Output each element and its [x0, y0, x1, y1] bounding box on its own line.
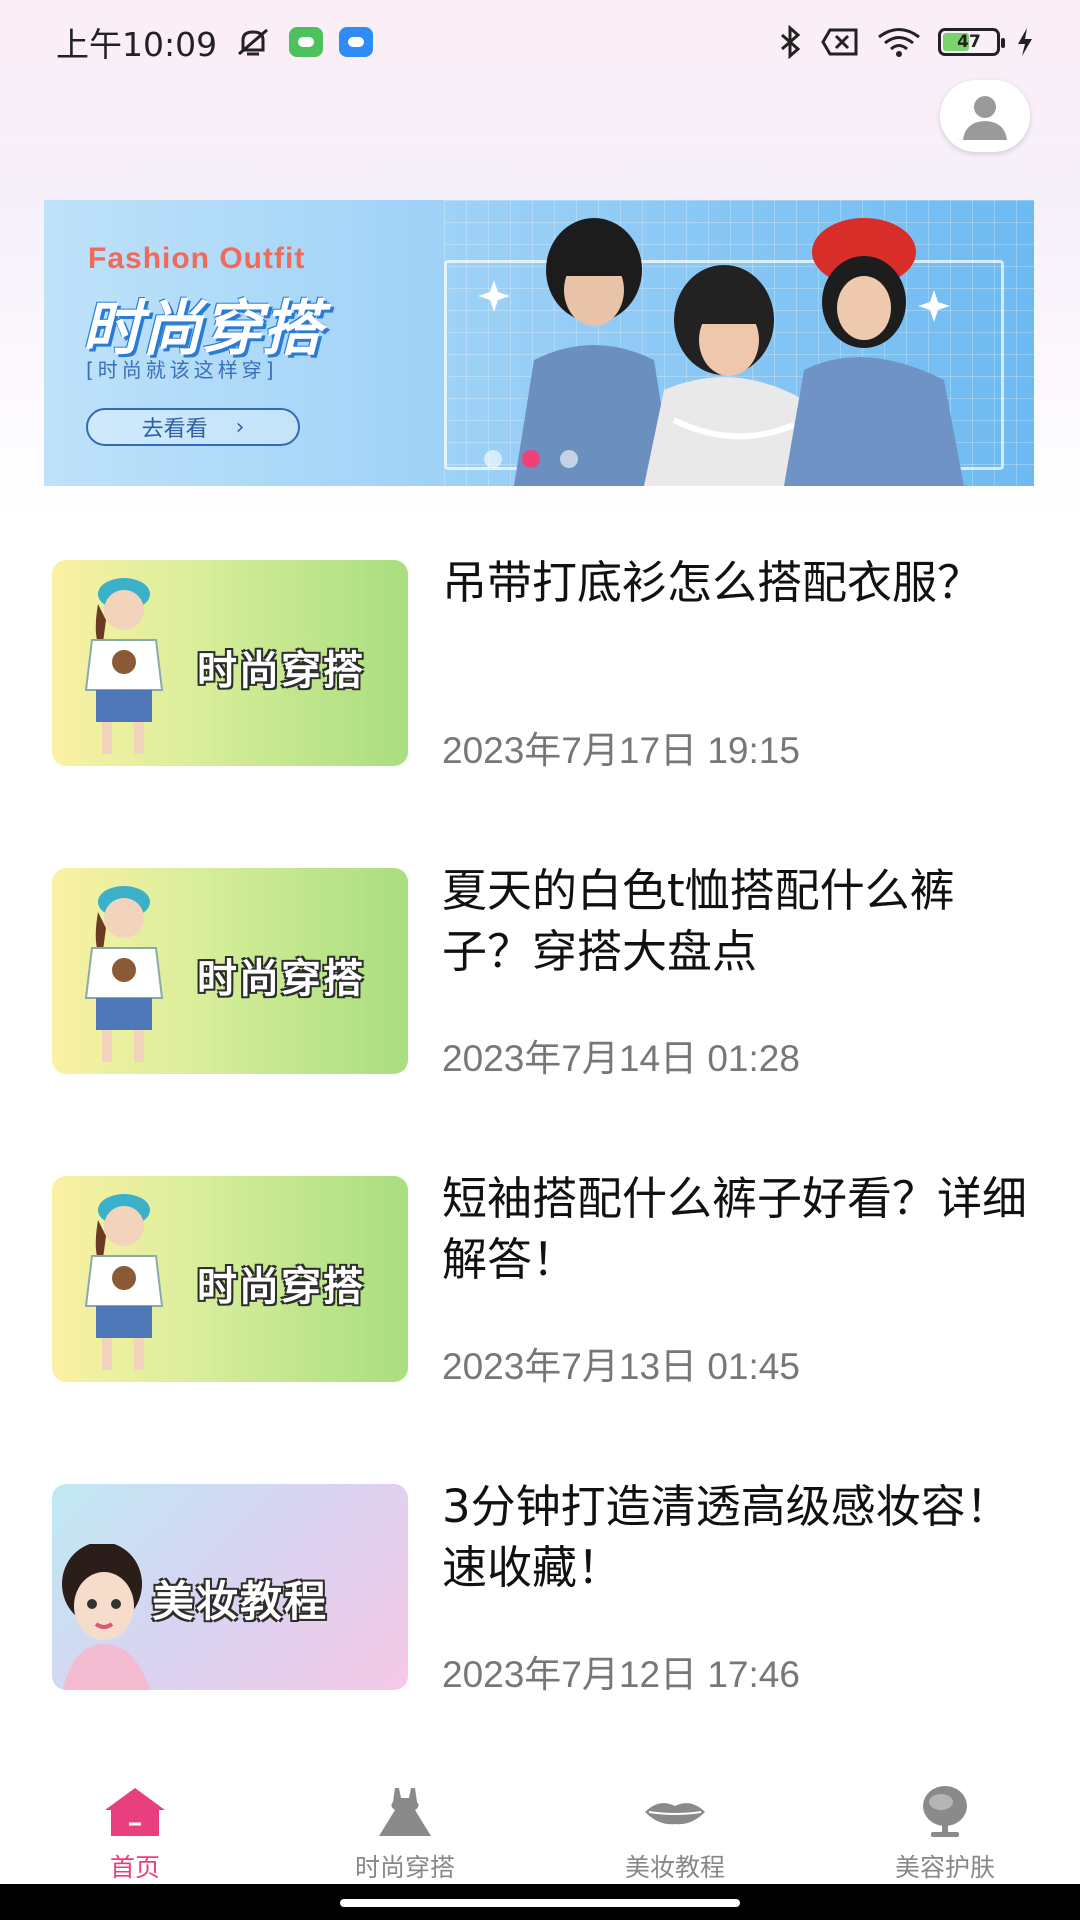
banner-subtitle-en: Fashion Outfit — [88, 242, 306, 275]
article-thumbnail: 时尚穿搭 — [52, 868, 408, 1074]
article-time: 2023年7月14日 01:28 — [442, 1038, 800, 1079]
article-title[interactable]: 3分钟打造清透高级感妆容！速收藏！ — [442, 1476, 1032, 1598]
status-right: 47 — [778, 25, 1034, 59]
nav-label-fashion: 时尚穿搭 — [354, 1853, 455, 1882]
thumbnail-label: 时尚穿搭 — [197, 648, 365, 694]
battery-icon: 47 — [938, 28, 1005, 56]
cartoon-girl-illustration — [84, 1194, 164, 1370]
home-icon — [105, 1788, 165, 1836]
nav-item-skincare[interactable]: 美容护肤 — [810, 1776, 1080, 1884]
banner-dot[interactable] — [560, 450, 578, 468]
article-title[interactable]: 短袖搭配什么裤子好看？详细解答！ — [442, 1168, 1032, 1290]
status-bar: 上午10:09 47 — [0, 0, 1080, 84]
chevron-right-icon: › — [235, 414, 245, 440]
banner-tagline: [时尚就该这样穿] — [86, 358, 278, 382]
message-notification-icon — [339, 27, 374, 57]
banner-dot[interactable] — [484, 450, 502, 468]
promo-banner[interactable]: Fashion Outfit 时尚穿搭 [时尚就该这样穿] 去看看 › — [44, 200, 1034, 486]
status-time: 上午10:09 — [56, 25, 218, 64]
article-thumbnail: 时尚穿搭 — [52, 1176, 408, 1382]
article-item[interactable]: 时尚穿搭 夏天的白色t恤搭配什么裤子？穿搭大盘点 2023年7月14日 01:2… — [52, 864, 1032, 1079]
charging-icon — [1018, 28, 1032, 56]
mute-alarm-icon — [238, 28, 269, 56]
nav-item-home[interactable]: 首页 — [0, 1776, 270, 1884]
cartoon-girl-illustration — [84, 578, 164, 754]
nav-label-makeup: 美妆教程 — [624, 1853, 725, 1882]
dress-icon — [379, 1788, 431, 1836]
article-item[interactable]: 时尚穿搭 吊带打底衫怎么搭配衣服？ 2023年7月17日 19:15 — [52, 556, 1032, 771]
thumbnail-label: 美妆教程 — [152, 1577, 329, 1626]
nav-item-fashion[interactable]: 时尚穿搭 — [270, 1776, 540, 1884]
mirror-icon — [923, 1786, 967, 1837]
wifi-icon — [878, 28, 920, 57]
models-illustration — [478, 218, 964, 486]
nav-label-home: 首页 — [109, 1853, 160, 1882]
banner-pagination — [484, 450, 578, 468]
home-indicator[interactable] — [340, 1899, 740, 1907]
article-title[interactable]: 吊带打底衫怎么搭配衣服？ — [442, 552, 1032, 613]
no-sim-icon — [821, 28, 858, 56]
cartoon-girl-illustration — [84, 886, 164, 1062]
bottom-nav: 首页 时尚穿搭 美妆教程 美容护肤 — [0, 1776, 1080, 1884]
article-item[interactable]: 美妆教程 3分钟打造清透高级感妆容！速收藏！ 2023年7月12日 17:46 — [52, 1480, 1032, 1695]
thumbnail-label: 时尚穿搭 — [197, 1264, 365, 1310]
user-icon — [963, 96, 1007, 140]
nav-label-skincare: 美容护肤 — [894, 1853, 995, 1882]
article-time: 2023年7月17日 19:15 — [442, 730, 800, 771]
thumbnail-label: 时尚穿搭 — [197, 956, 365, 1002]
bluetooth-icon — [781, 25, 801, 59]
nav-item-makeup[interactable]: 美妆教程 — [540, 1776, 810, 1884]
banner-dot-active[interactable] — [522, 450, 540, 468]
battery-level: 47 — [957, 32, 981, 52]
lips-icon — [645, 1803, 705, 1825]
app-notification-icon — [289, 27, 324, 57]
banner-go-button[interactable]: 去看看 › — [86, 408, 300, 446]
article-title[interactable]: 夏天的白色t恤搭配什么裤子？穿搭大盘点 — [442, 860, 1032, 982]
makeup-girl-illustration — [62, 1544, 151, 1690]
user-avatar-button[interactable] — [940, 80, 1030, 152]
article-thumbnail: 时尚穿搭 — [52, 560, 408, 766]
article-thumbnail: 美妆教程 — [52, 1484, 408, 1690]
article-time: 2023年7月13日 01:45 — [442, 1346, 800, 1387]
status-left: 上午10:09 — [56, 18, 374, 66]
banner-go-label: 去看看 — [141, 417, 208, 442]
article-item[interactable]: 时尚穿搭 短袖搭配什么裤子好看？详细解答！ 2023年7月13日 01:45 — [52, 1172, 1032, 1387]
article-time: 2023年7月12日 17:46 — [442, 1654, 800, 1695]
